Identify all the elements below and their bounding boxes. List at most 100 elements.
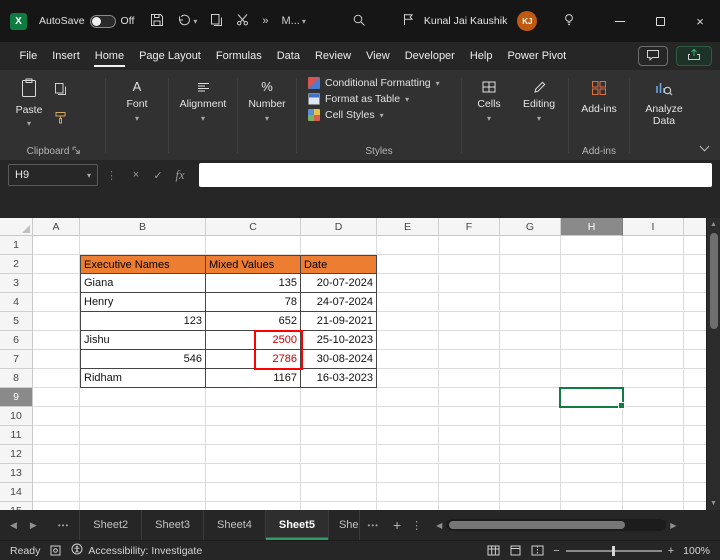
search-button[interactable] bbox=[352, 13, 366, 30]
cell-B12[interactable] bbox=[80, 445, 206, 464]
cell-D14[interactable] bbox=[301, 483, 377, 502]
cell-D13[interactable] bbox=[301, 464, 377, 483]
cell-B4[interactable]: Henry bbox=[80, 293, 206, 312]
cell-B9[interactable] bbox=[80, 388, 206, 407]
column-header-H[interactable]: H bbox=[561, 218, 623, 236]
cell-D4[interactable]: 24-07-2024 bbox=[301, 293, 377, 312]
cell-I15[interactable] bbox=[623, 502, 684, 510]
enter-button[interactable]: ✓ bbox=[147, 169, 169, 182]
cell-A12[interactable] bbox=[33, 445, 80, 464]
cell-G10[interactable] bbox=[500, 407, 561, 426]
cell-E2[interactable] bbox=[377, 255, 439, 274]
cell-I8[interactable] bbox=[623, 369, 684, 388]
menu-item-power-pivot[interactable]: Power Pivot bbox=[500, 42, 574, 70]
column-header-G[interactable]: G bbox=[500, 218, 561, 236]
row-header-11[interactable]: 11 bbox=[0, 426, 33, 445]
cell-H13[interactable] bbox=[561, 464, 623, 483]
cell-E7[interactable] bbox=[377, 350, 439, 369]
cell-G6[interactable] bbox=[500, 331, 561, 350]
user-name[interactable]: Kunal Jai Kaushik bbox=[424, 15, 507, 27]
row-header-14[interactable]: 14 bbox=[0, 483, 33, 502]
copy-small-button[interactable] bbox=[54, 82, 67, 99]
cell-D8[interactable]: 16-03-2023 bbox=[301, 369, 377, 388]
sheet-tab-sheet2[interactable]: Sheet2 bbox=[79, 510, 143, 540]
add-ins-button[interactable]: Add-ins bbox=[572, 73, 626, 143]
cell-G15[interactable] bbox=[500, 502, 561, 510]
cell-I10[interactable] bbox=[623, 407, 684, 426]
cell-E11[interactable] bbox=[377, 426, 439, 445]
cell-E1[interactable] bbox=[377, 236, 439, 255]
cell-G1[interactable] bbox=[500, 236, 561, 255]
cell-I1[interactable] bbox=[623, 236, 684, 255]
cell-E6[interactable] bbox=[377, 331, 439, 350]
quick-access-overflow-button[interactable]: » bbox=[262, 15, 268, 27]
undo-button[interactable]: ▾ bbox=[177, 13, 197, 30]
cell-F14[interactable] bbox=[439, 483, 500, 502]
normal-view-button[interactable] bbox=[487, 545, 500, 556]
cell-B2[interactable]: Executive Names bbox=[80, 255, 206, 274]
cell-G14[interactable] bbox=[500, 483, 561, 502]
cell-G4[interactable] bbox=[500, 293, 561, 312]
format-painter-button[interactable] bbox=[54, 111, 67, 127]
scroll-up-button[interactable]: ▲ bbox=[707, 218, 720, 231]
cell-D6[interactable]: 25-10-2023 bbox=[301, 331, 377, 350]
cell-F6[interactable] bbox=[439, 331, 500, 350]
column-header-D[interactable]: D bbox=[301, 218, 377, 236]
cell-H4[interactable] bbox=[561, 293, 623, 312]
name-box-dropdown-icon[interactable]: ▾ bbox=[87, 171, 91, 180]
number-group-button[interactable]: % Number ▾ bbox=[241, 73, 293, 160]
horizontal-scroll-thumb[interactable] bbox=[449, 521, 626, 529]
formula-input[interactable] bbox=[199, 163, 712, 187]
column-header-C[interactable]: C bbox=[206, 218, 301, 236]
column-header-B[interactable]: B bbox=[80, 218, 206, 236]
cell-B10[interactable] bbox=[80, 407, 206, 426]
cell-B11[interactable] bbox=[80, 426, 206, 445]
share-button[interactable] bbox=[676, 46, 712, 66]
cell-D5[interactable]: 21-09-2021 bbox=[301, 312, 377, 331]
cell-A6[interactable] bbox=[33, 331, 80, 350]
cell-F5[interactable] bbox=[439, 312, 500, 331]
zoom-slider[interactable] bbox=[565, 545, 662, 556]
zoom-out-button[interactable]: − bbox=[553, 545, 559, 557]
undo-dropdown-icon[interactable]: ▾ bbox=[193, 17, 197, 26]
cell-H8[interactable] bbox=[561, 369, 623, 388]
cell-G3[interactable] bbox=[500, 274, 561, 293]
cell-I2[interactable] bbox=[623, 255, 684, 274]
cell-E8[interactable] bbox=[377, 369, 439, 388]
cell-C13[interactable] bbox=[206, 464, 301, 483]
scroll-left-button[interactable]: ◀ bbox=[436, 521, 442, 530]
row-header-13[interactable]: 13 bbox=[0, 464, 33, 483]
cell-A2[interactable] bbox=[33, 255, 80, 274]
sheet-tab-sheet4[interactable]: Sheet4 bbox=[204, 510, 266, 540]
font-group-button[interactable]: A Font ▾ bbox=[109, 73, 165, 160]
cell-H6[interactable] bbox=[561, 331, 623, 350]
sheet-list-button[interactable]: ••• bbox=[58, 521, 69, 530]
zoom-slider-thumb[interactable] bbox=[611, 545, 615, 556]
cell-F8[interactable] bbox=[439, 369, 500, 388]
maximize-button[interactable] bbox=[640, 0, 680, 42]
column-header-E[interactable]: E bbox=[377, 218, 439, 236]
cell-A1[interactable] bbox=[33, 236, 80, 255]
row-header-10[interactable]: 10 bbox=[0, 407, 33, 426]
cell-I4[interactable] bbox=[623, 293, 684, 312]
sheet-nav-next[interactable]: ▶ bbox=[30, 520, 37, 531]
cell-G11[interactable] bbox=[500, 426, 561, 445]
cell-C8[interactable]: 1167 bbox=[206, 369, 301, 388]
page-layout-view-button[interactable] bbox=[509, 545, 522, 556]
cell-I3[interactable] bbox=[623, 274, 684, 293]
menu-item-data[interactable]: Data bbox=[269, 42, 307, 70]
horizontal-scroll-track[interactable] bbox=[446, 519, 667, 531]
cell-C9[interactable] bbox=[206, 388, 301, 407]
vertical-scroll-thumb[interactable] bbox=[709, 233, 718, 329]
cell-F4[interactable] bbox=[439, 293, 500, 312]
cell-I14[interactable] bbox=[623, 483, 684, 502]
cell-E14[interactable] bbox=[377, 483, 439, 502]
cell-F9[interactable] bbox=[439, 388, 500, 407]
cell-B15[interactable] bbox=[80, 502, 206, 510]
menu-item-file[interactable]: File bbox=[12, 42, 45, 70]
cell-styles-button[interactable]: Cell Styles ▾ bbox=[308, 109, 458, 121]
copy-button[interactable] bbox=[210, 13, 223, 30]
cell-F1[interactable] bbox=[439, 236, 500, 255]
cell-A15[interactable] bbox=[33, 502, 80, 510]
analyze-data-button[interactable]: Analyze Data bbox=[633, 73, 695, 160]
